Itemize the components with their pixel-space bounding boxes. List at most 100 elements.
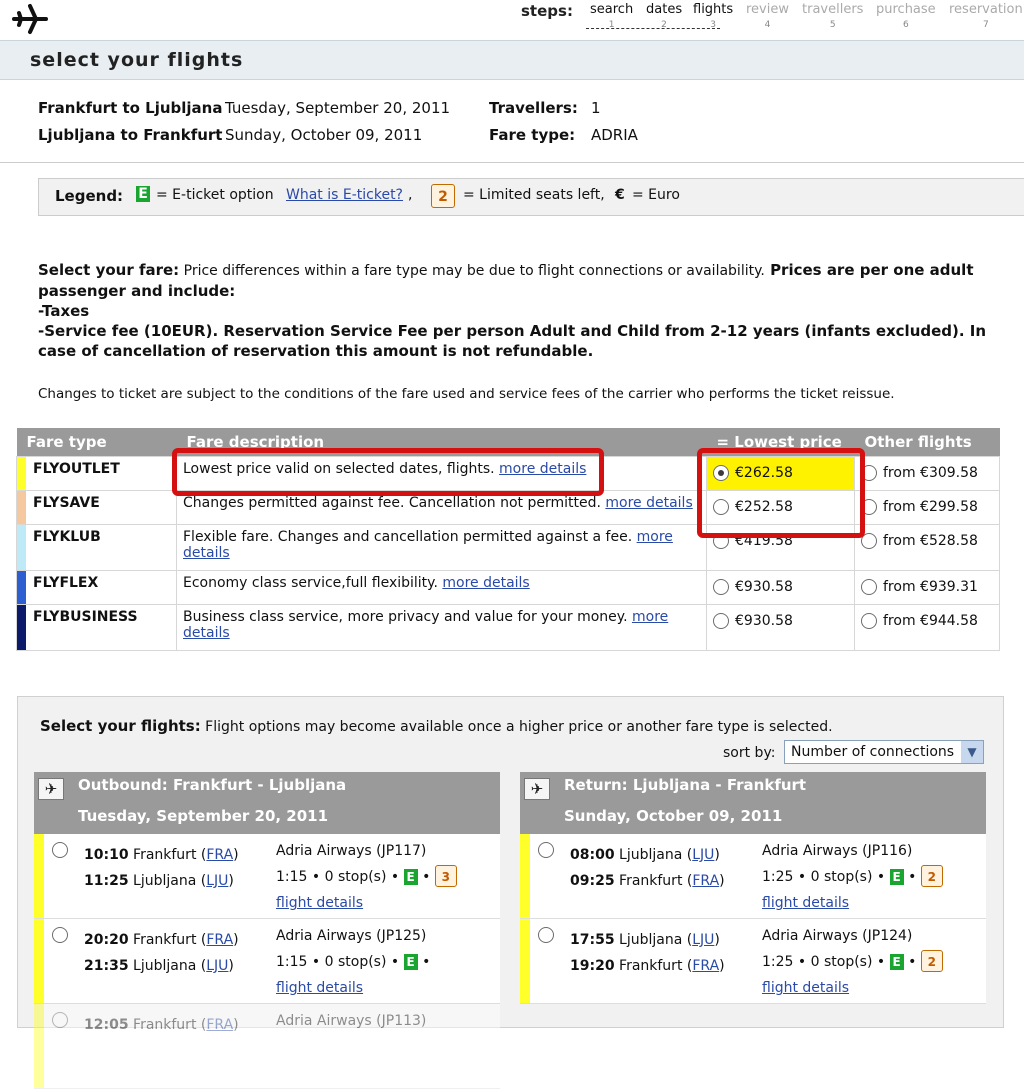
flight-stops: 0 stop(s) xyxy=(324,954,387,970)
other-flights-price: from €939.31 xyxy=(883,579,978,595)
outbound-header: ✈ Outbound: Frankfurt - Ljubljana Tuesda… xyxy=(34,772,500,834)
arrival-city: Frankfurt xyxy=(619,873,683,889)
flight-option-row[interactable]: 17:55 Ljubljana (LJU) 19:20 Frankfurt (FR… xyxy=(520,919,986,1004)
arrival-airport-link[interactable]: LJU xyxy=(206,958,228,974)
bullet: • xyxy=(422,954,431,970)
step-number: 5 xyxy=(829,20,836,30)
departure-time: 08:00 xyxy=(570,847,615,863)
lowest-price-cell[interactable]: €930.58 xyxy=(706,570,855,605)
step-dates[interactable]: dates 2 xyxy=(646,2,682,30)
step-search[interactable]: search 1 xyxy=(590,2,633,30)
leg2-date: Sunday, October 09, 2011 xyxy=(225,126,423,144)
flight-option-row[interactable]: 10:10 Frankfurt (FRA) 11:25 Ljubljana (LJ… xyxy=(34,834,500,919)
flight-option-row[interactable]: 12:05 Frankfurt (FRA) Adria Airways (JP11… xyxy=(34,1004,500,1089)
more-details-link[interactable]: more details xyxy=(605,495,692,511)
flight-details-link[interactable]: flight details xyxy=(762,895,849,911)
bullet: • xyxy=(390,954,400,970)
steps-progress-line xyxy=(586,28,720,29)
flight-radio[interactable] xyxy=(52,927,68,943)
flight-details-link[interactable]: flight details xyxy=(276,895,363,911)
flight-option-row[interactable]: 08:00 Ljubljana (LJU) 09:25 Frankfurt (FR… xyxy=(520,834,986,919)
departure-airport-link[interactable]: FRA xyxy=(206,932,233,948)
step-name: travellers xyxy=(802,2,864,17)
step-number: 7 xyxy=(983,20,989,30)
legend-comma: , xyxy=(408,187,413,203)
other-flights-cell[interactable]: from €309.58 xyxy=(854,456,1000,491)
arrival-airport-link[interactable]: FRA xyxy=(692,873,719,889)
other-flights-price: from €309.58 xyxy=(883,465,978,481)
e-ticket-icon: E xyxy=(889,869,904,885)
departure-airport-link[interactable]: LJU xyxy=(692,932,714,948)
arrival-time: 19:20 xyxy=(570,958,615,974)
other-flights-price: from €528.58 xyxy=(883,533,978,549)
other-flights-cell[interactable]: from €944.58 xyxy=(854,604,1000,651)
flight-details-link[interactable]: flight details xyxy=(762,980,849,996)
arrival-airport-link[interactable]: FRA xyxy=(692,958,719,974)
arrival-airport-link[interactable]: LJU xyxy=(206,873,228,889)
fare-row-flybusiness: FLYBUSINESS Business class service, more … xyxy=(16,604,1000,651)
fare-type-name: FLYSAVE xyxy=(16,490,177,525)
return-date: Sunday, October 09, 2011 xyxy=(564,807,783,825)
bullet: • xyxy=(422,869,431,885)
page-title: select your flights xyxy=(30,49,244,71)
return-column: ✈ Return: Ljubljana - Frankfurt Sunday, … xyxy=(520,772,986,1004)
step-flights[interactable]: flights 3 xyxy=(693,2,733,30)
flight-option-row[interactable]: 20:20 Frankfurt (FRA) 21:35 Ljubljana (LJ… xyxy=(34,919,500,1004)
price-radio[interactable] xyxy=(713,579,729,595)
flight-times: 08:00 Ljubljana (LJU) 09:25 Frankfurt (FR… xyxy=(570,847,725,889)
fare-type-value: ADRIA xyxy=(591,126,638,144)
airline-flight: Adria Airways (JP116) xyxy=(762,843,913,859)
fare-description: Economy class service,full flexibility. … xyxy=(176,570,707,605)
price-radio[interactable] xyxy=(713,613,729,629)
step-number: 4 xyxy=(764,20,771,30)
bullet: • xyxy=(908,869,917,885)
limited-seats-text: = Limited seats left, xyxy=(463,187,605,203)
chevron-down-icon[interactable]: ▼ xyxy=(961,741,983,763)
flights-intro-text: Flight options may become available once… xyxy=(200,719,833,735)
e-ticket-icon: E xyxy=(136,186,150,202)
lowest-price-cell[interactable]: €930.58 xyxy=(706,604,855,651)
legend-label: Legend: xyxy=(55,187,124,205)
other-flights-cell[interactable]: from €299.58 xyxy=(854,490,1000,525)
outbound-column: ✈ Outbound: Frankfurt - Ljubljana Tuesda… xyxy=(34,772,500,1089)
bullet: • xyxy=(797,869,807,885)
fare-color-bar xyxy=(17,571,26,604)
flight-info: Adria Airways (JP113) xyxy=(276,1008,426,1034)
bullet: • xyxy=(797,954,807,970)
leg1-route: Frankfurt to Ljubljana xyxy=(38,99,223,117)
fare-color-bar xyxy=(17,491,26,524)
flight-details-link[interactable]: flight details xyxy=(276,980,363,996)
arrival-city: Ljubljana xyxy=(133,958,197,974)
fare-description-text: Flexible fare. Changes and cancellation … xyxy=(183,529,633,545)
step-name: review xyxy=(746,2,789,17)
other-flights-cell[interactable]: from €939.31 xyxy=(854,570,1000,605)
flight-times: 12:05 Frankfurt (FRA) xyxy=(84,1017,239,1033)
departure-airport-link[interactable]: LJU xyxy=(692,847,714,863)
flight-times: 10:10 Frankfurt (FRA) 11:25 Ljubljana (LJ… xyxy=(84,847,239,889)
legend-bar: Legend: E = E-ticket option What is E-ti… xyxy=(38,178,1024,216)
flight-stops: 0 stop(s) xyxy=(810,869,873,885)
other-price-radio[interactable] xyxy=(861,579,877,595)
flights-intro-lead: Select your flights: xyxy=(40,717,201,735)
more-details-link[interactable]: more details xyxy=(442,575,529,591)
flight-times: 20:20 Frankfurt (FRA) 21:35 Ljubljana (LJ… xyxy=(84,932,239,974)
fare-type-name: FLYBUSINESS xyxy=(16,604,177,651)
highlight-box-price xyxy=(697,448,865,538)
header-other-flights: Other flights xyxy=(854,428,1000,457)
other-price-radio[interactable] xyxy=(861,613,877,629)
flight-duration: 1:15 xyxy=(276,954,308,970)
flight-radio[interactable] xyxy=(52,842,68,858)
what-is-eticket-link[interactable]: What is E-ticket? xyxy=(286,187,403,203)
sort-by-select[interactable]: Number of connections ▼ xyxy=(784,740,984,764)
bullet: • xyxy=(876,869,886,885)
flight-radio[interactable] xyxy=(52,1012,68,1028)
step-name: dates xyxy=(646,2,683,17)
flight-radio[interactable] xyxy=(538,927,554,943)
other-flights-cell[interactable]: from €528.58 xyxy=(854,524,1000,571)
departure-airport-link[interactable]: FRA xyxy=(206,847,233,863)
departure-airport-link[interactable]: FRA xyxy=(206,1017,233,1033)
flight-duration: 1:25 xyxy=(762,869,794,885)
flight-times: 17:55 Ljubljana (LJU) 19:20 Frankfurt (FR… xyxy=(570,932,725,974)
fare-type-name: FLYFLEX xyxy=(16,570,177,605)
flight-radio[interactable] xyxy=(538,842,554,858)
